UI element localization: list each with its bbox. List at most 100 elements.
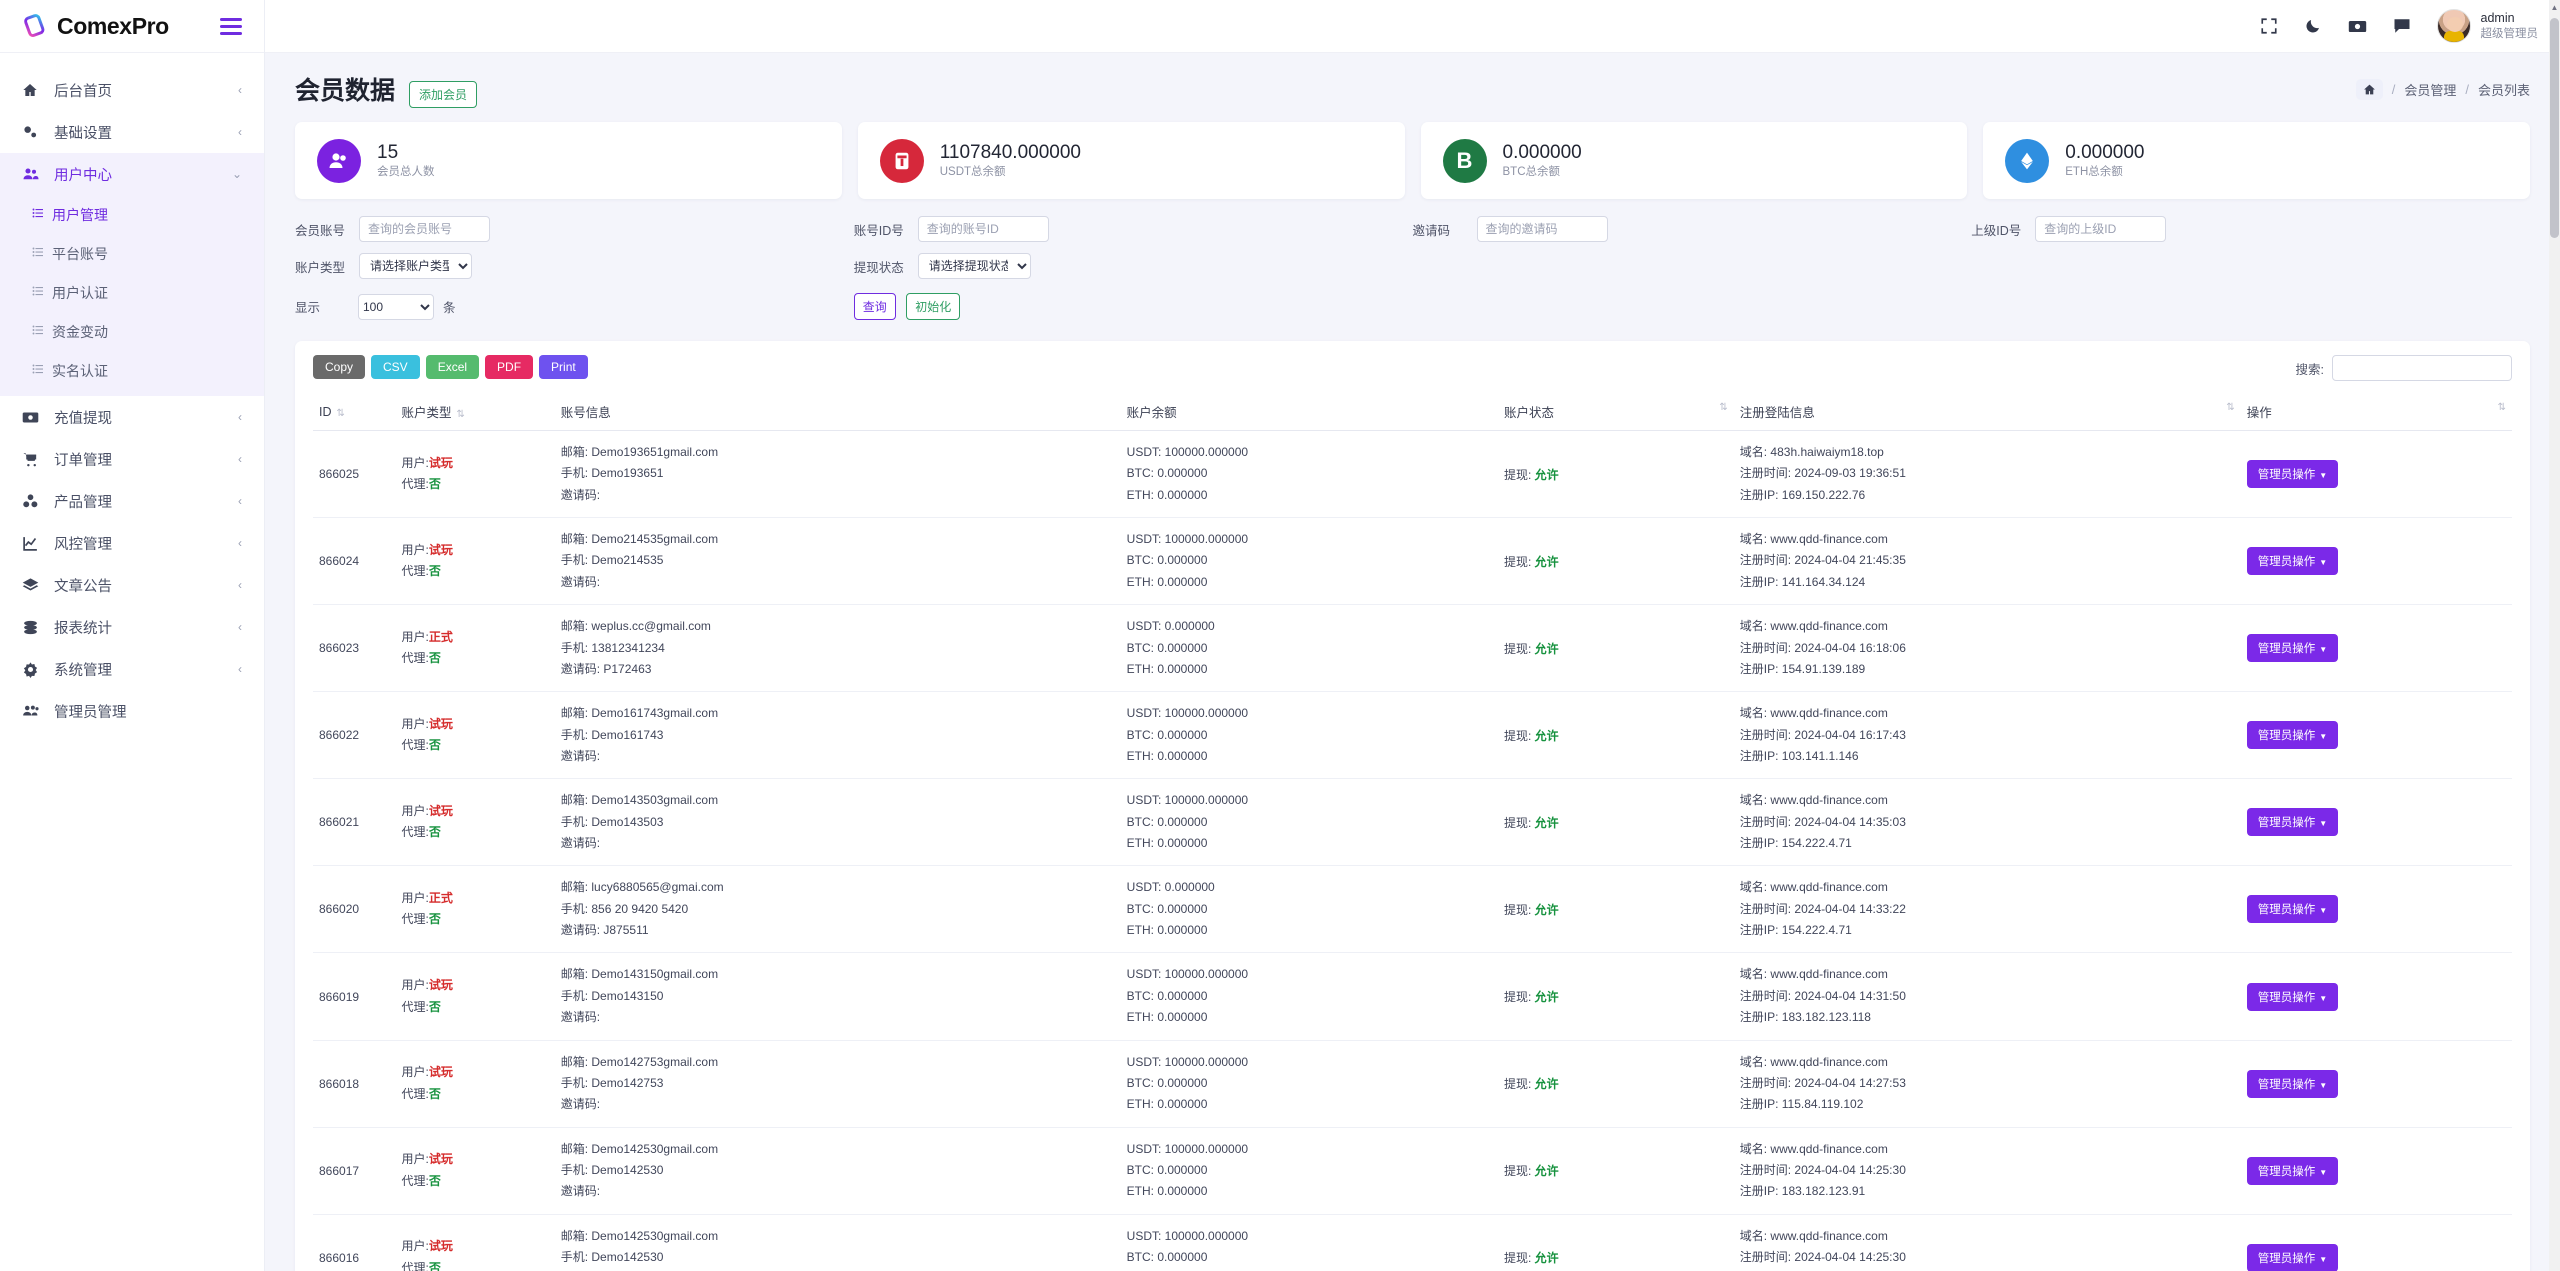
sidebar-item-report-statistics[interactable]: 报表统计 ‹ (0, 606, 264, 648)
table-row: 866021 用户:试玩 代理:否 邮箱: Demo143503gmail.com 手机… (313, 778, 2512, 867)
admin-action-button[interactable]: 管理员操作 ▼ (2246, 1243, 2339, 1271)
breadcrumb-item-member-management[interactable]: 会员管理 (2404, 80, 2456, 99)
cell-account-balance: USDT: 100000.000000BTC: 0.000000ETH: 0.0… (1120, 691, 1498, 780)
sidebar-item-dashboard[interactable]: 后台首页 ‹ (0, 69, 264, 111)
sidebar-item-articles-announcements[interactable]: 文章公告 ‹ (0, 564, 264, 606)
sidebar-item-fund-changes[interactable]: 资金变动 (0, 312, 264, 351)
filter-row-3: 显示 100 条 查询 初始化 (295, 290, 2530, 320)
admin-action-button[interactable]: 管理员操作 ▼ (2246, 1156, 2339, 1185)
filter-account-type: 账户类型 请选择账户类型 (295, 253, 854, 279)
filter-account: 会员账号 (295, 216, 854, 242)
chevron-left-icon: ‹ (238, 83, 242, 97)
column-header-account-status[interactable]: 账户状态 ⇅ (1497, 393, 1734, 431)
main-area: admin 超级管理员 会员数据 添加会员 / 会员管理 / 会员列表 15 会… (265, 0, 2560, 1271)
stat-value: 15 (377, 142, 399, 164)
users-icon (22, 165, 46, 183)
scroll-up-arrow[interactable]: ▲ (2550, 3, 2559, 12)
sort-icon: ⇅ (336, 407, 345, 419)
account-id-input[interactable] (917, 216, 1049, 242)
sidebar-item-basic-settings[interactable]: 基础设置 ‹ (0, 111, 264, 153)
sidebar-item-risk-management[interactable]: 风控管理 ‹ (0, 522, 264, 564)
sidebar-item-user-verification[interactable]: 用户认证 (0, 273, 264, 312)
cell-account-balance: USDT: 100000.000000BTC: 0.000000ETH: 0.0… (1120, 517, 1498, 606)
account-input[interactable] (359, 216, 490, 242)
cell-account-balance: USDT: 100000.000000BTC: 0.000000ETH: 0.0… (1120, 430, 1498, 519)
admin-action-button[interactable]: 管理员操作 ▼ (2246, 721, 2339, 750)
table-row: 866017 用户:试玩 代理:否 邮箱: Demo142530gmail.com 手机… (313, 1127, 2512, 1215)
filter-form: 会员账号 账号ID号 邀请码 上级ID号 (291, 199, 2534, 337)
withdraw-status-select[interactable]: 请选择提现状态 (917, 253, 1031, 279)
fullscreen-icon[interactable] (2260, 17, 2278, 35)
cell-register-info: 域名: www.qdd-finance.com 注册时间: 2024-04-04 … (1733, 952, 2241, 1041)
invite-code-input[interactable] (1476, 216, 1608, 242)
column-label: ID (319, 404, 332, 419)
money-icon[interactable] (2348, 17, 2367, 36)
caret-down-icon: ▼ (2319, 732, 2328, 742)
admin-action-button[interactable]: 管理员操作 ▼ (2246, 895, 2339, 924)
add-member-button[interactable]: 添加会员 (409, 81, 478, 108)
copy-button[interactable]: Copy (313, 355, 366, 379)
cell-id: 866017 (313, 1127, 396, 1215)
admin-action-button[interactable]: 管理员操作 ▼ (2246, 982, 2339, 1011)
admin-action-button[interactable]: 管理员操作 ▼ (2246, 1069, 2339, 1098)
excel-button[interactable]: Excel (425, 355, 480, 379)
parent-id-input[interactable] (2035, 216, 2167, 242)
admin-action-button[interactable]: 管理员操作 ▼ (2246, 547, 2339, 576)
sidebar-item-user-center[interactable]: 用户中心 ⌄ (0, 153, 264, 195)
sidebar-item-user-management[interactable]: 用户管理 (0, 195, 264, 234)
cell-account-status: 提现: 允许 (1497, 1127, 1734, 1215)
sidebar-toggle-button[interactable] (220, 17, 242, 35)
reset-button[interactable]: 初始化 (906, 293, 961, 320)
breadcrumb: / 会员管理 / 会员列表 (2355, 79, 2530, 100)
chevron-down-icon: ⌄ (231, 167, 242, 181)
sidebar-item-deposit-withdraw[interactable]: 充值提现 ‹ (0, 396, 264, 438)
scrollbar-thumb[interactable] (2550, 18, 2559, 238)
sidebar-item-admin-management[interactable]: 管理员管理 (0, 690, 264, 732)
sidebar-item-system-management[interactable]: 系统管理 ‹ (0, 648, 264, 690)
sidebar-nav: 后台首页 ‹ 基础设置 ‹ 用户中心 ⌄ 用户管理 平台账号 用户认证 资金变动… (0, 53, 264, 732)
chat-icon[interactable] (2393, 17, 2411, 35)
breadcrumb-home-icon[interactable] (2355, 79, 2383, 100)
query-button[interactable]: 查询 (853, 293, 896, 320)
table-row: 866020 用户:正式 代理:否 邮箱: lucy6880565@gmai.com 手… (313, 865, 2512, 954)
column-label: 账户余额 (1126, 406, 1177, 420)
column-label: 注册登陆信息 (1739, 406, 1815, 420)
column-header-account-balance[interactable]: 账户余额 (1120, 393, 1498, 431)
filter-row-1: 会员账号 账号ID号 邀请码 上级ID号 (295, 216, 2530, 242)
column-header-register-login-info[interactable]: 注册登陆信息 ⇅ (1733, 393, 2241, 431)
members-table: ID ⇅ 账户类型 ⇅ 账号信息 账户余额 账户状态 ⇅ 注册登陆信息 ⇅ 操作 ⇅ 86… (313, 393, 2512, 1271)
page-size-select[interactable]: 100 (358, 293, 434, 320)
sidebar-subitem-label: 用户管理 (52, 206, 108, 223)
search-input[interactable] (2332, 355, 2512, 381)
cell-id: 866020 (313, 865, 396, 954)
caret-down-icon: ▼ (2319, 645, 2328, 655)
cell-account-balance: USDT: 100000.000000BTC: 0.000000ETH: 0.0… (1120, 1214, 1498, 1271)
cell-account-info: 邮箱: lucy6880565@gmai.com 手机: 856 20 9420 … (554, 865, 1121, 954)
user-menu[interactable]: admin 超级管理员 (2436, 9, 2538, 43)
gear-icon (22, 661, 46, 678)
sidebar-item-order-management[interactable]: 订单管理 ‹ (0, 438, 264, 480)
column-header-account-info[interactable]: 账号信息 (554, 393, 1121, 431)
admin-action-button[interactable]: 管理员操作 ▼ (2246, 460, 2339, 489)
column-header-account-type[interactable]: 账户类型 ⇅ (395, 393, 555, 431)
admin-action-button[interactable]: 管理员操作 ▼ (2246, 808, 2339, 837)
admin-action-button[interactable]: 管理员操作 ▼ (2246, 634, 2339, 663)
filter-label: 邀请码 (1412, 223, 1451, 238)
sidebar-item-product-management[interactable]: 产品管理 ‹ (0, 480, 264, 522)
cell-account-info: 邮箱: Demo142530gmail.com手机: Demo142530邀请码… (554, 1127, 1121, 1215)
cell-register-info: 域名: www.qdd-finance.com 注册时间: 2024-04-04 … (1733, 1214, 2241, 1271)
print-button[interactable]: Print (539, 355, 588, 379)
page-scrollbar[interactable]: ▲ (2549, 0, 2560, 1271)
sidebar-item-label: 产品管理 (54, 494, 112, 511)
moon-icon[interactable] (2304, 17, 2322, 35)
account-type-select[interactable]: 请选择账户类型 (359, 253, 472, 279)
pdf-button[interactable]: PDF (485, 355, 534, 379)
sidebar-item-real-name-verification[interactable]: 实名认证 (0, 351, 264, 390)
brand[interactable]: ComexPro (22, 13, 169, 40)
column-header-actions[interactable]: 操作 ⇅ (2240, 393, 2512, 431)
cell-account-type: 用户:试玩 代理:否 (395, 1127, 555, 1215)
csv-button[interactable]: CSV (371, 355, 420, 379)
sidebar-item-platform-account[interactable]: 平台账号 (0, 234, 264, 273)
column-header-id[interactable]: ID ⇅ (313, 393, 396, 431)
money-icon (22, 409, 46, 426)
